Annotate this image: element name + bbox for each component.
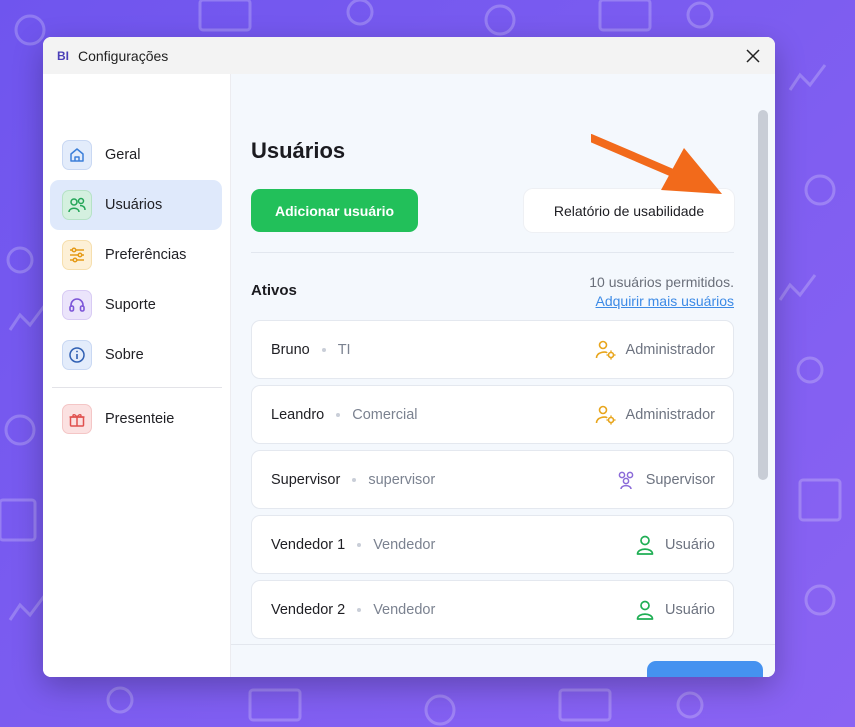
gift-icon	[62, 404, 92, 434]
role-label: Supervisor	[645, 471, 715, 488]
section-title-active: Ativos	[251, 282, 297, 299]
user-gear-icon	[595, 405, 616, 424]
sidebar-item-suporte[interactable]: Suporte	[50, 280, 222, 330]
footer-bar: Salvar	[231, 644, 775, 677]
sidebar-divider	[52, 387, 222, 388]
scrollbar-thumb[interactable]	[758, 110, 768, 480]
separator-dot	[357, 542, 362, 547]
role-badge: Administrador	[595, 404, 715, 426]
user-row[interactable]: Supervisor supervisor Supervisor	[251, 450, 734, 509]
title-bar: BI Configurações	[43, 37, 775, 74]
user-limit-text: 10 usuários permitidos.	[589, 274, 734, 290]
users-group-icon	[618, 471, 634, 489]
user-row[interactable]: Vendedor 2 Vendedor Usuário	[251, 580, 734, 639]
close-icon	[746, 49, 760, 63]
vertical-scrollbar[interactable]	[757, 110, 769, 643]
user-name: Vendedor 1	[271, 536, 346, 553]
window-title: Configurações	[78, 47, 169, 64]
sidebar-item-usuarios[interactable]: Usuários	[50, 180, 222, 230]
user-name: Vendedor 2	[271, 601, 346, 618]
sidebar-item-label: Geral	[105, 147, 141, 163]
sidebar: Geral Usuários Preferências Suporte Sobr…	[43, 74, 231, 677]
role-badge: Usuário	[634, 534, 715, 556]
user-name: Supervisor	[271, 471, 341, 488]
sliders-icon	[62, 240, 92, 270]
users-icon	[62, 190, 92, 220]
sidebar-item-label: Presenteie	[105, 411, 175, 427]
role-label: Administrador	[625, 406, 715, 423]
sidebar-item-preferencias[interactable]: Preferências	[50, 230, 222, 280]
separator-dot	[336, 412, 341, 417]
settings-window: BI Configurações Geral Usuários Preferên…	[43, 37, 775, 677]
info-icon	[62, 340, 92, 370]
user-department: supervisor	[368, 471, 436, 488]
user-icon	[636, 535, 654, 555]
user-gear-icon	[595, 340, 616, 359]
user-name: Bruno	[271, 341, 310, 358]
separator-dot	[321, 347, 326, 352]
sidebar-item-label: Usuários	[105, 197, 163, 213]
sidebar-item-label: Suporte	[105, 297, 156, 313]
role-badge: Supervisor	[615, 469, 715, 491]
orange-arrow-annotation	[591, 134, 722, 194]
user-name: Leandro	[271, 406, 325, 423]
role-label: Usuário	[665, 536, 715, 553]
user-department: Comercial	[352, 406, 418, 423]
main-content: Usuários Adicionar usuário Relatório de …	[231, 74, 775, 677]
user-icon	[636, 600, 654, 620]
home-icon	[62, 140, 92, 170]
page-title: Usuários	[251, 138, 346, 163]
close-button[interactable]	[743, 46, 763, 66]
app-logo-icon: BI	[57, 48, 69, 63]
add-user-button[interactable]: Adicionar usuário	[251, 189, 418, 232]
divider	[251, 252, 734, 253]
sidebar-item-sobre[interactable]: Sobre	[50, 330, 222, 380]
separator-dot	[352, 477, 357, 482]
headset-icon	[62, 290, 92, 320]
role-label: Usuário	[665, 601, 715, 618]
save-button[interactable]: Salvar	[647, 661, 763, 677]
user-department: TI	[337, 341, 351, 358]
sidebar-item-presenteie[interactable]: Presenteie	[50, 394, 222, 444]
role-badge: Usuário	[634, 599, 715, 621]
role-badge: Administrador	[595, 339, 715, 361]
user-department: Vendedor	[373, 536, 436, 553]
sidebar-item-label: Sobre	[105, 347, 144, 363]
user-row[interactable]: Vendedor 1 Vendedor Usuário	[251, 515, 734, 574]
user-row[interactable]: Bruno TI Administrador	[251, 320, 734, 379]
role-label: Administrador	[625, 341, 715, 358]
buy-more-users-link[interactable]: Adquirir mais usuários	[596, 293, 735, 309]
sidebar-item-geral[interactable]: Geral	[50, 130, 222, 180]
sidebar-item-label: Preferências	[105, 247, 187, 263]
user-department: Vendedor	[373, 601, 436, 618]
separator-dot	[357, 607, 362, 612]
user-row[interactable]: Leandro Comercial Administrador	[251, 385, 734, 444]
